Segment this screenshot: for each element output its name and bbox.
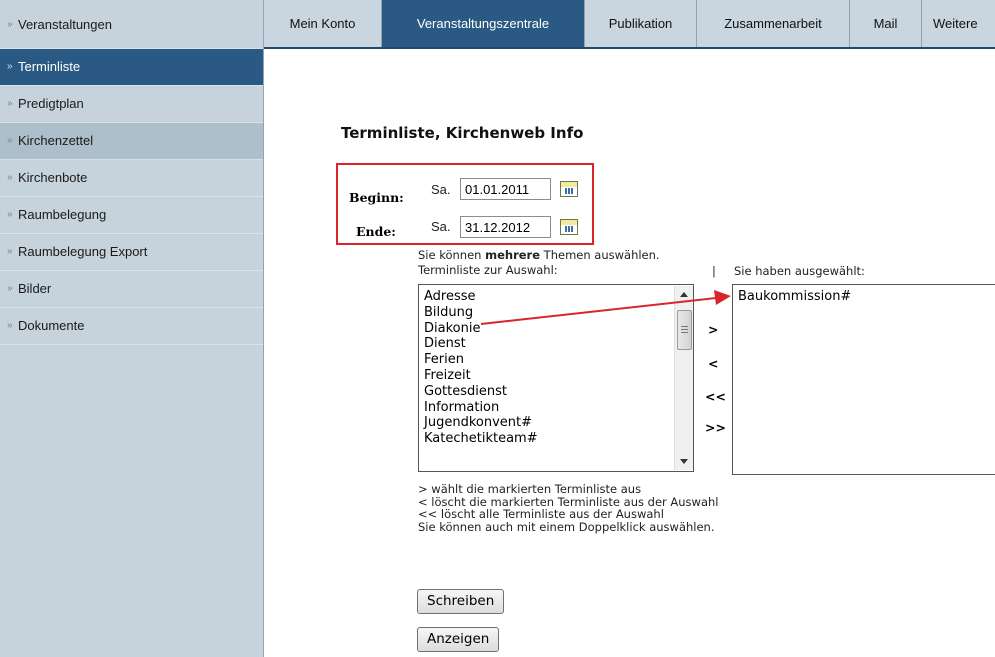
- listbox-scrollbar[interactable]: [674, 286, 693, 470]
- tab-zusammenarbeit[interactable]: Zusammenarbeit: [697, 0, 850, 47]
- chevron-right-icon: »: [7, 246, 13, 257]
- tab-mail[interactable]: Mail: [850, 0, 922, 47]
- page-title: Terminliste, Kirchenweb Info: [341, 124, 584, 142]
- sidebar-header-label: Veranstaltungen: [18, 17, 112, 32]
- add-selected-button[interactable]: >: [708, 322, 718, 337]
- chevron-right-icon: »: [7, 98, 13, 109]
- sidebar-item-label: Bilder: [18, 281, 52, 296]
- calendar-icon[interactable]: [560, 181, 578, 197]
- remove-all-button[interactable]: <<: [705, 389, 726, 404]
- sidebar-item-label: Kirchenbote: [18, 170, 88, 185]
- available-topics-listbox[interactable]: Adresse Bildung Diakonie Dienst Ferien F…: [418, 284, 694, 472]
- sidebar: » Veranstaltungen » Terminliste » Predig…: [0, 0, 264, 657]
- list-item[interactable]: Information: [419, 400, 693, 416]
- begin-weekday: Sa.: [431, 182, 451, 197]
- write-button[interactable]: Schreiben: [417, 589, 505, 614]
- sidebar-item-predigtplan[interactable]: » Predigtplan: [0, 86, 263, 123]
- available-list-label: Terminliste zur Auswahl:: [418, 263, 558, 277]
- chevron-right-icon: »: [7, 283, 13, 294]
- scroll-thumb[interactable]: [677, 310, 692, 350]
- chevron-right-icon: »: [7, 61, 13, 72]
- arrow-head: [714, 290, 731, 305]
- chevron-right-icon: »: [7, 172, 13, 183]
- selected-topics-listbox[interactable]: Baukommission#: [732, 284, 995, 475]
- begin-label: Beginn:: [349, 190, 404, 205]
- separator: |: [712, 264, 716, 278]
- tab-publikation[interactable]: Publikation: [585, 0, 697, 47]
- sidebar-item-label: Dokumente: [18, 318, 85, 333]
- selected-list-label: Sie haben ausgewählt:: [734, 264, 865, 278]
- scroll-down-icon[interactable]: [680, 459, 688, 464]
- sidebar-item-bilder[interactable]: » Bilder: [0, 271, 263, 308]
- list-item[interactable]: Jugendkonvent#: [419, 415, 693, 431]
- remove-selected-button[interactable]: <: [708, 356, 718, 371]
- sidebar-item-label: Kirchenzettel: [18, 133, 94, 148]
- hint-text: Themen auswählen.: [540, 248, 660, 262]
- sidebar-item-label: Terminliste: [18, 59, 81, 74]
- add-all-button[interactable]: >>: [705, 420, 726, 435]
- chevron-right-icon: »: [7, 320, 13, 331]
- multi-select-hint: Sie können mehrere Themen auswählen.: [418, 248, 660, 262]
- sidebar-item-dokumente[interactable]: » Dokumente: [0, 308, 263, 345]
- list-item[interactable]: Gottesdienst: [419, 384, 693, 400]
- sidebar-item-raumbelegung-export[interactable]: » Raumbelegung Export: [0, 234, 263, 271]
- sidebar-item-label: Raumbelegung: [18, 207, 107, 222]
- help-line: > wählt die markierten Terminliste aus: [418, 482, 642, 496]
- end-label: Ende:: [356, 224, 396, 239]
- list-item[interactable]: Dienst: [419, 336, 693, 352]
- list-item[interactable]: Diakonie: [419, 321, 693, 337]
- list-item[interactable]: Adresse: [419, 289, 693, 305]
- end-date-input[interactable]: [460, 216, 551, 238]
- help-text: > wählt die markierten Terminliste aus <…: [418, 483, 718, 533]
- end-weekday: Sa.: [431, 219, 451, 234]
- list-item[interactable]: Bildung: [419, 305, 693, 321]
- show-button[interactable]: Anzeigen: [417, 627, 500, 652]
- sidebar-item-raumbelegung[interactable]: » Raumbelegung: [0, 197, 263, 234]
- sidebar-header-veranstaltungen[interactable]: » Veranstaltungen: [0, 0, 263, 49]
- sidebar-item-kirchenzettel[interactable]: » Kirchenzettel: [0, 123, 263, 160]
- list-item[interactable]: Baukommission#: [733, 289, 995, 305]
- top-navigation: Mein Konto Veranstaltungszentrale Publik…: [264, 0, 995, 49]
- help-line: << löscht alle Terminliste aus der Auswa…: [418, 507, 664, 521]
- sidebar-item-label: Predigtplan: [18, 96, 84, 111]
- tab-weitere[interactable]: Weitere: [922, 0, 995, 47]
- chevron-right-icon: »: [7, 19, 13, 30]
- begin-date-input[interactable]: [460, 178, 551, 200]
- list-item[interactable]: Ferien: [419, 352, 693, 368]
- hint-bold: mehrere: [485, 248, 541, 262]
- list-item[interactable]: Katechetikteam#: [419, 431, 693, 447]
- chevron-right-icon: »: [7, 135, 13, 146]
- list-item[interactable]: Freizeit: [419, 368, 693, 384]
- hint-text: Sie können: [418, 248, 486, 262]
- help-line: Sie können auch mit einem Doppelklick au…: [418, 519, 715, 534]
- tab-mein-konto[interactable]: Mein Konto: [264, 0, 382, 47]
- scroll-up-icon[interactable]: [680, 292, 688, 297]
- tab-veranstaltungszentrale[interactable]: Veranstaltungszentrale: [382, 0, 585, 47]
- chevron-right-icon: »: [7, 209, 13, 220]
- sidebar-item-label: Raumbelegung Export: [18, 244, 148, 259]
- sidebar-item-terminliste[interactable]: » Terminliste: [0, 49, 263, 86]
- sidebar-item-kirchenbote[interactable]: » Kirchenbote: [0, 160, 263, 197]
- calendar-icon[interactable]: [560, 219, 578, 235]
